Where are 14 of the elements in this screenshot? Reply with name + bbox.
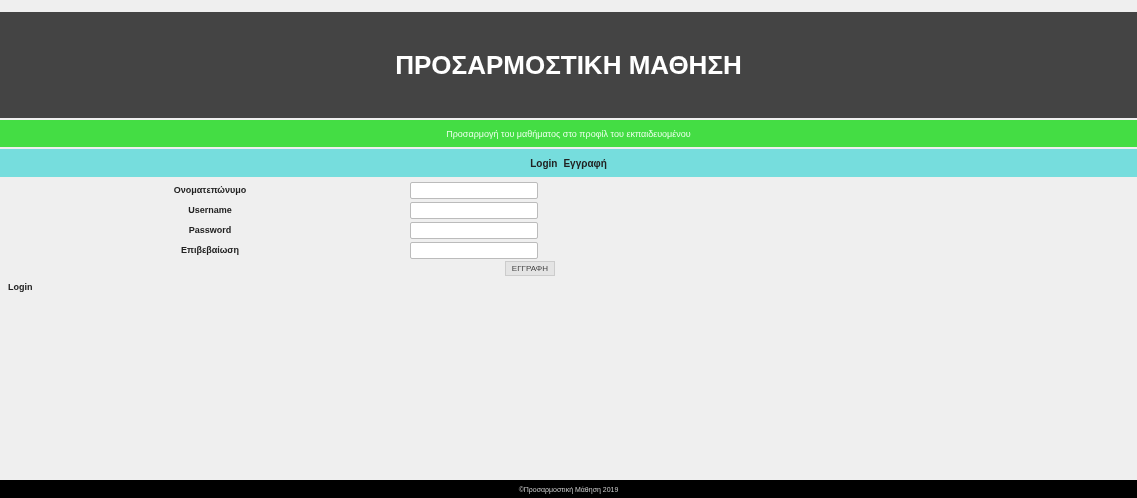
subtitle-text: Προσαρμογή του μαθήματος στο προφίλ του εκπαιδευομένου (446, 128, 691, 139)
field-label: Username (188, 205, 232, 215)
field-label: Επιβεβαίωση (181, 245, 239, 255)
register-button[interactable]: ΕΓΓΡΑΦΗ (504, 261, 555, 276)
site-title: ΠΡΟΣΑΡΜΟΣΤΙΚΗ ΜΑΘΗΣΗ (395, 49, 742, 81)
login-link[interactable]: Login (8, 282, 33, 292)
input-field[interactable] (410, 202, 538, 219)
nav-link[interactable]: Εγγραφή (563, 157, 607, 169)
field-label: Ονοματεπώνυμο (173, 185, 247, 195)
input-field[interactable] (410, 222, 538, 239)
nav-link[interactable]: Login (530, 157, 558, 169)
input-field[interactable] (410, 182, 538, 199)
field-label: Password (188, 225, 232, 235)
input-field[interactable] (410, 242, 538, 259)
